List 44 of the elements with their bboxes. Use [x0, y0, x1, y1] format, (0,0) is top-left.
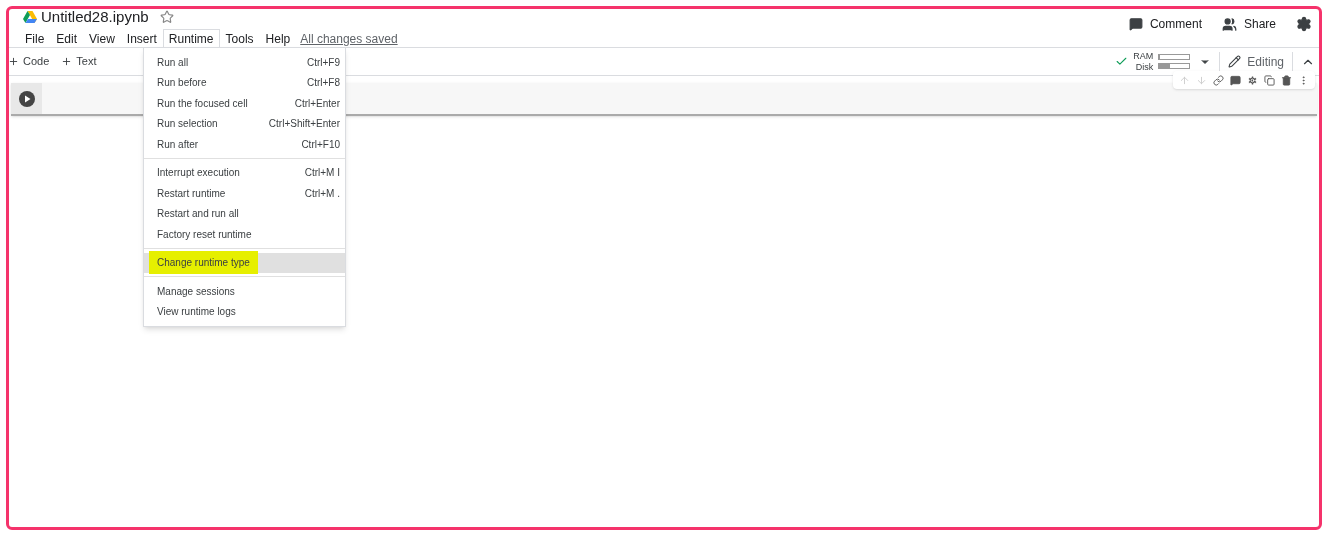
- resource-meter: [1158, 63, 1191, 69]
- editing-mode-button[interactable]: Editing: [1228, 52, 1284, 71]
- menu-option[interactable]: Restart and run all: [144, 203, 345, 224]
- run-cell-icon[interactable]: [18, 90, 35, 107]
- link-icon[interactable]: [1213, 74, 1224, 86]
- resource-label: Disk: [1135, 61, 1154, 73]
- pencil-icon: [1228, 55, 1242, 68]
- menu-option[interactable]: Manage sessions: [144, 281, 345, 302]
- menu-item[interactable]: File: [19, 29, 51, 49]
- plus-icon: [8, 56, 19, 67]
- menu-option[interactable]: Run after Ctrl+F10: [144, 134, 345, 155]
- menu-option[interactable]: Run all Ctrl+F9: [144, 52, 345, 73]
- people-icon: [1221, 16, 1237, 32]
- menu-option[interactable]: View runtime logs: [144, 301, 345, 322]
- comment-icon[interactable]: [1230, 74, 1241, 86]
- add-cell-button[interactable]: Text: [61, 53, 97, 70]
- comment-icon: [1128, 17, 1143, 31]
- menu-option[interactable]: Change runtime type: [144, 252, 345, 273]
- star-icon[interactable]: [159, 10, 174, 24]
- add-cell-button[interactable]: Code: [8, 53, 50, 70]
- menu-option[interactable]: Run selection Ctrl+Shift+Enter: [144, 113, 345, 134]
- menu-item[interactable]: Help: [259, 29, 297, 49]
- notebook-title[interactable]: Untitled28.ipynb: [41, 5, 149, 29]
- delete-icon[interactable]: [1281, 74, 1292, 86]
- menu-item[interactable]: Edit: [50, 29, 84, 49]
- menu-option[interactable]: Interrupt execution Ctrl+M I: [144, 162, 345, 183]
- menu-item[interactable]: Tools: [219, 29, 260, 49]
- drive-logo-icon: [23, 11, 37, 23]
- menu-option[interactable]: Run the focused cell Ctrl+Enter: [144, 93, 345, 114]
- menu-option[interactable]: Restart runtime Ctrl+M .: [144, 183, 345, 204]
- menu-item[interactable]: View: [83, 29, 121, 49]
- settings-icon[interactable]: [1296, 16, 1312, 32]
- menu-option[interactable]: Factory reset runtime: [144, 224, 345, 245]
- comment-button[interactable]: Comment: [1128, 15, 1202, 33]
- resource-meter: [1158, 54, 1191, 60]
- save-status-link[interactable]: All changes saved: [300, 30, 398, 48]
- menu-item[interactable]: Insert: [120, 29, 163, 49]
- plus-icon: [61, 56, 73, 67]
- menu-item[interactable]: Runtime: [162, 29, 220, 49]
- check-icon: [1115, 55, 1129, 68]
- share-button[interactable]: Share: [1221, 15, 1276, 33]
- menu-option[interactable]: Run before Ctrl+F8: [144, 72, 345, 93]
- mirror-cell-icon[interactable]: [1264, 74, 1275, 86]
- resource-label: RAM: [1133, 50, 1154, 62]
